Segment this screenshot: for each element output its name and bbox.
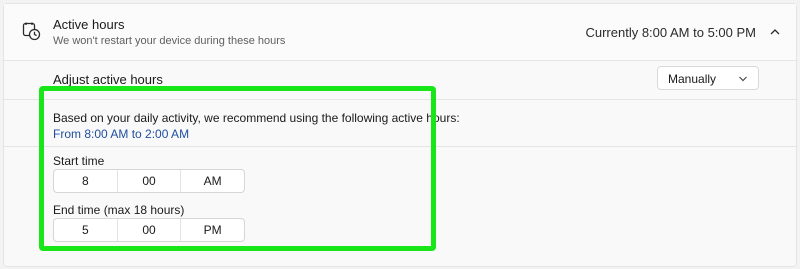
recommended-range: From 8:00 AM to 2:00 AM	[53, 127, 190, 141]
start-time-picker[interactable]: 8 00 AM	[53, 169, 245, 193]
active-hours-header[interactable]: Active hours We won't restart your devic…	[4, 4, 796, 61]
adjust-mode-value: Manually	[668, 72, 717, 86]
adjust-active-hours-label: Adjust active hours	[53, 72, 163, 87]
current-active-hours-status: Currently 8:00 AM to 5:00 PM	[585, 25, 756, 40]
chevron-up-icon[interactable]	[769, 26, 781, 38]
recommendation-row: Based on your daily activity, we recomme…	[4, 100, 796, 147]
end-hour[interactable]: 5	[54, 219, 117, 241]
active-hours-card: Active hours We won't restart your devic…	[3, 3, 797, 267]
recommendation-text: Based on your daily activity, we recomme…	[53, 111, 460, 125]
end-minute[interactable]: 00	[116, 219, 181, 241]
active-hours-subtitle: We won't restart your device during thes…	[53, 35, 286, 47]
start-time-label: Start time	[53, 154, 105, 168]
active-hours-title: Active hours	[53, 17, 125, 32]
adjust-active-hours-row: Adjust active hours Manually	[4, 61, 796, 100]
adjust-mode-dropdown[interactable]: Manually	[657, 66, 759, 90]
start-hour[interactable]: 8	[54, 170, 117, 192]
end-time-picker[interactable]: 5 00 PM	[53, 218, 245, 242]
start-minute[interactable]: 00	[116, 170, 181, 192]
end-time-label: End time (max 18 hours)	[53, 203, 185, 217]
clock-settings-icon	[22, 22, 41, 41]
end-period[interactable]: PM	[180, 219, 244, 241]
chevron-down-icon	[739, 76, 747, 82]
start-period[interactable]: AM	[180, 170, 244, 192]
